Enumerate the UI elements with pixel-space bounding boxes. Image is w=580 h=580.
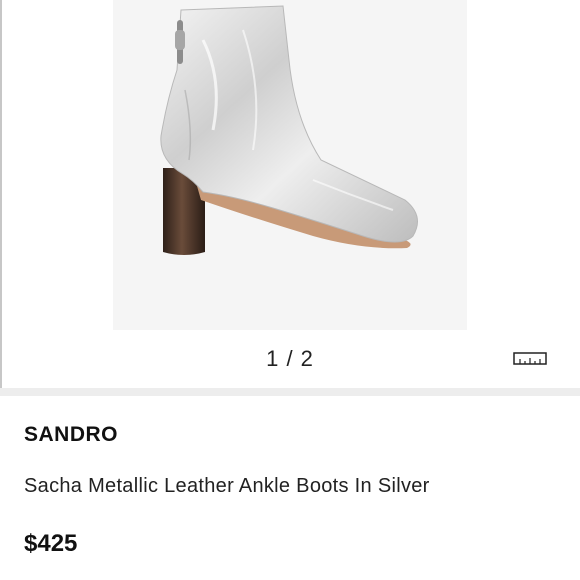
left-edge-rule	[0, 0, 2, 388]
section-divider	[0, 388, 580, 396]
product-price: $425	[24, 530, 78, 557]
boot-illustration	[160, 5, 418, 255]
image-pager: 1 / 2	[266, 346, 314, 371]
product-image[interactable]	[113, 0, 467, 330]
brand-name[interactable]: SANDRO	[24, 423, 118, 447]
product-title: Sacha Metallic Leather Ankle Boots In Si…	[24, 475, 430, 497]
ruler-icon[interactable]	[513, 350, 547, 366]
